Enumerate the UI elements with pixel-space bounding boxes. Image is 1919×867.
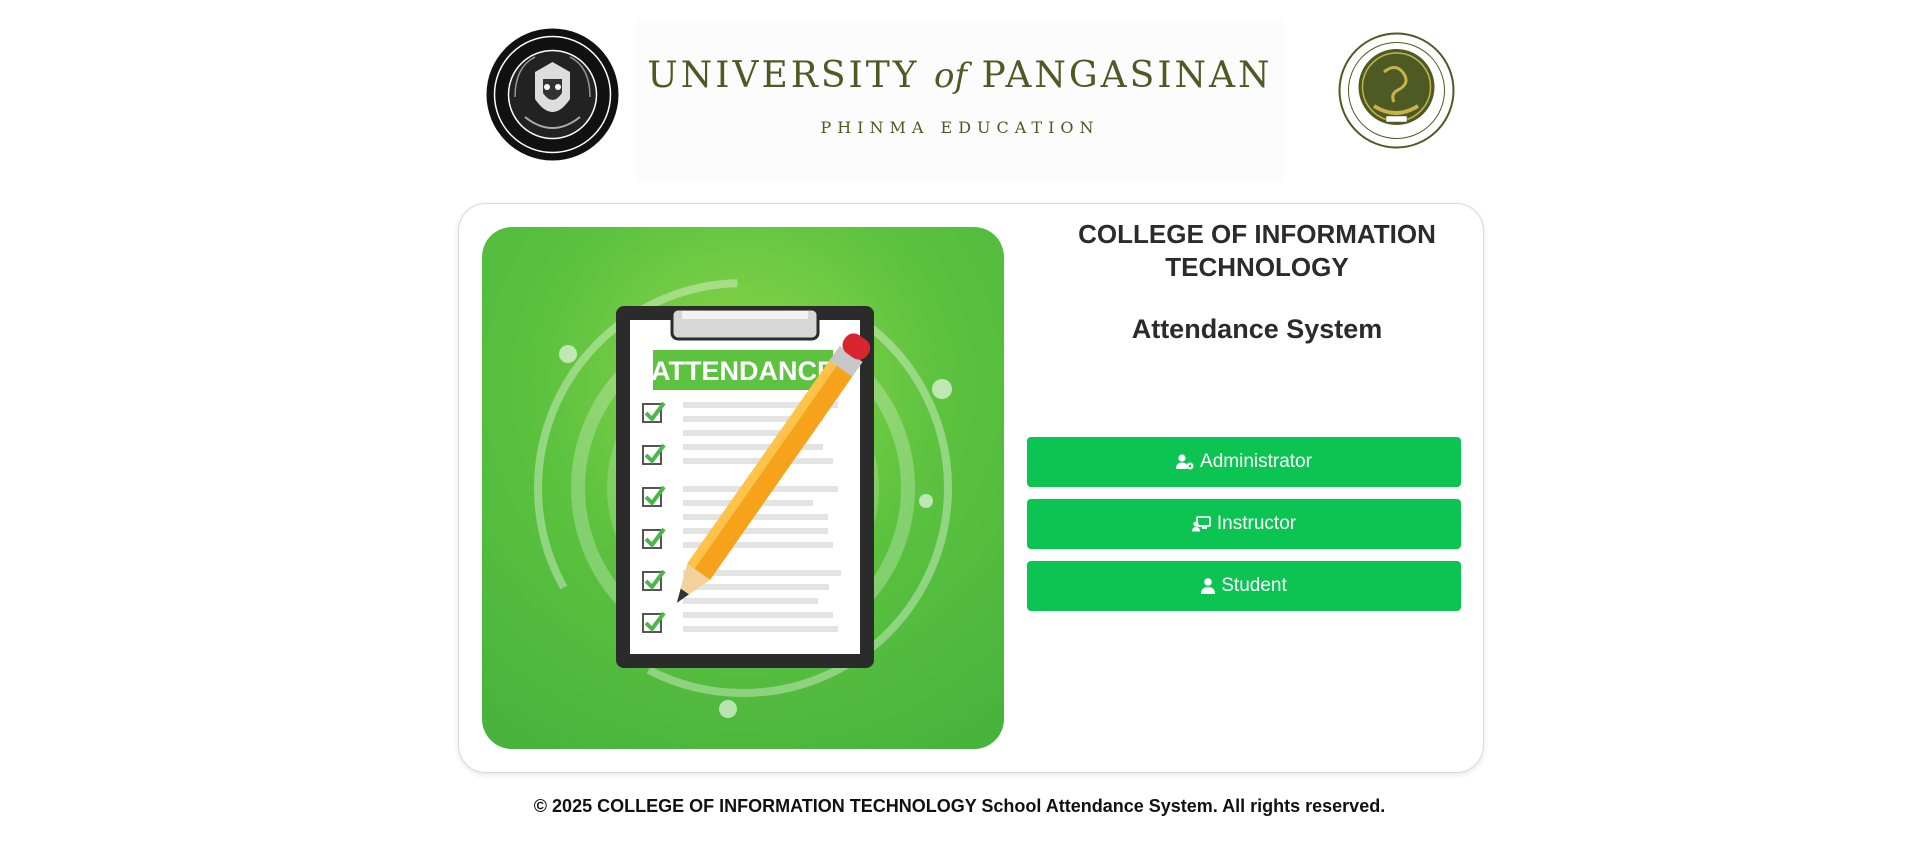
banner-title: UNIVERSITY of PANGASINAN [647,55,1273,96]
student-label: Student [1221,575,1287,596]
university-banner: UNIVERSITY of PANGASINAN PHINMA EDUCATIO… [635,22,1285,182]
system-title: Attendance System [1131,314,1383,344]
university-seal-icon [1338,32,1455,149]
user-icon [1201,578,1216,594]
administrator-label: Administrator [1200,451,1312,472]
illustration-label: ATTENDANCE [651,356,835,386]
college-title: COLLEGE OF INFORMATION TECHNOLOGY [1078,219,1436,282]
instructor-label: Instructor [1216,513,1297,534]
header: UNIVERSITY of PANGASINAN PHINMA EDUCATIO… [485,22,1455,182]
student-button[interactable]: Student [1027,561,1461,611]
banner-subtitle: PHINMA EDUCATION [820,118,1100,137]
instructor-button[interactable]: Instructor [1027,499,1461,549]
login-card: ATTENDANCE COLLEGE OF INFORMATION TECHNO… [458,203,1484,773]
user-gear-icon [1176,454,1194,470]
chalkboard-user-icon [1191,516,1211,532]
administrator-button[interactable]: Administrator [1027,437,1461,487]
footer-copyright: © 2025 COLLEGE OF INFORMATION TECHNOLOGY… [533,796,1386,816]
attendance-illustration: ATTENDANCE [482,227,1004,749]
student-council-seal-icon [485,27,620,162]
